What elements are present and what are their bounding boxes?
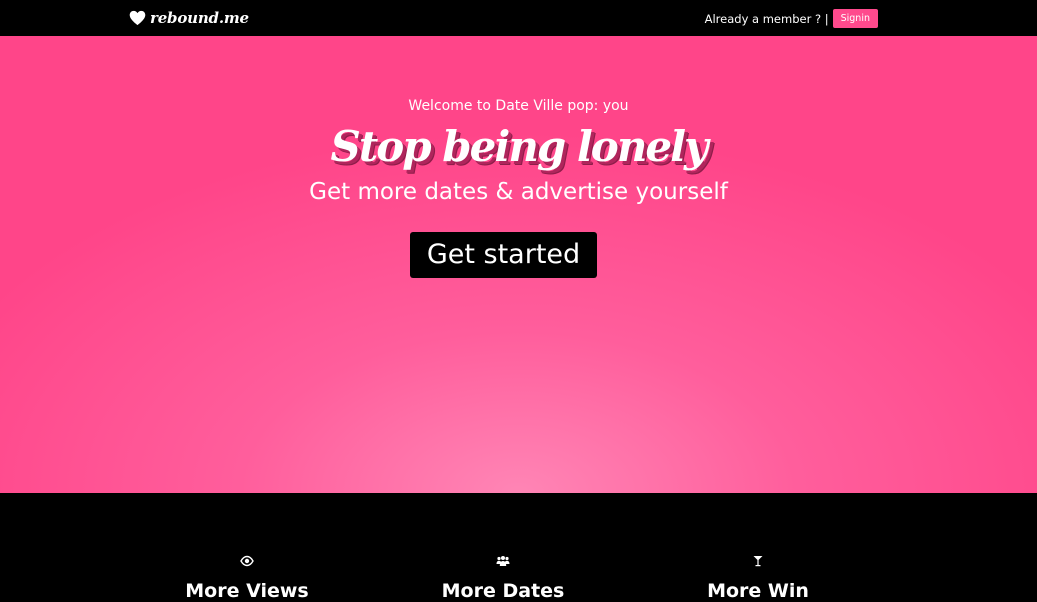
top-navbar: rebound.me Already a member ? | Signin	[0, 0, 1037, 36]
hero-section: Welcome to Date Ville pop: you Stop bein…	[0, 36, 1037, 493]
already-member-text: Already a member ? |	[704, 11, 829, 26]
hero-headline: Stop being lonely	[330, 122, 709, 171]
feature-title: More Views	[185, 580, 309, 602]
brand-logo-link[interactable]: rebound.me	[129, 8, 249, 28]
welcome-text: Welcome to Date Ville pop: you	[408, 98, 629, 114]
cocktail-icon	[753, 556, 763, 567]
users-icon	[496, 556, 510, 566]
signin-button[interactable]: Signin	[832, 9, 878, 28]
features-section: More Views More Dates More Win	[0, 493, 1037, 602]
feature-title: More Dates	[441, 580, 565, 602]
feature-title: More Win	[707, 580, 809, 602]
eye-icon	[240, 555, 254, 567]
brand-name: rebound.me	[150, 9, 249, 27]
member-signin-area: Already a member ? | Signin	[705, 9, 878, 28]
hero-subline: Get more dates & advertise yourself	[309, 179, 728, 205]
heart-icon	[129, 10, 146, 26]
get-started-button[interactable]: Get started	[410, 232, 597, 278]
